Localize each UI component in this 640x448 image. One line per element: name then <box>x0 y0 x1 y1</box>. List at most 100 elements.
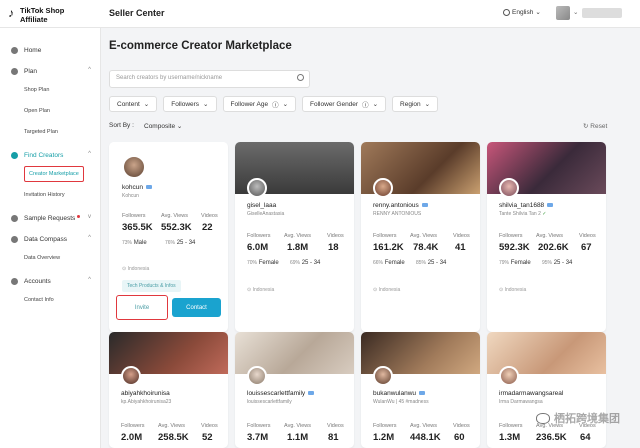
verified-badge-icon <box>145 185 152 189</box>
chevron-down-icon: ⌄ <box>535 9 541 16</box>
avg-views-value: 1.8M <box>287 242 309 253</box>
logo-subtext: Affiliate <box>20 15 48 24</box>
language-selector[interactable]: English ⌄ <box>503 8 541 16</box>
tiktok-shop-logo[interactable]: ♪ TikTok Shop Affiliate <box>8 4 78 24</box>
followers-value: 161.2K <box>373 242 404 253</box>
followers-value: 365.5K <box>122 222 153 233</box>
creator-username[interactable]: kohcun <box>122 184 152 191</box>
info-icon: ⓘ <box>362 102 369 109</box>
creator-username[interactable]: abiyahkhoirunisa <box>121 390 170 397</box>
followers-value: 1.3M <box>499 432 521 443</box>
verified-badge-icon <box>547 203 554 207</box>
creator-username[interactable]: shilvia_tan1688 <box>499 202 554 209</box>
avg-views-value: 448.1K <box>410 432 441 443</box>
chevron-down-icon: ⌄ <box>143 101 150 108</box>
verified-badge-icon <box>419 391 426 395</box>
avg-views-value: 78.4K <box>413 242 439 253</box>
creator-handle: louissescarlettfamily <box>247 399 292 405</box>
logo-text: TikTok Shop <box>20 6 65 15</box>
sidebar-item-home[interactable]: Home <box>0 42 100 58</box>
sidebar-item-open-plan[interactable]: Open Plan <box>0 100 100 121</box>
category-tag: Tech Products & Infos <box>122 280 181 292</box>
location-icon: ⊙ <box>122 266 127 272</box>
location: ⊙ Indonesia <box>122 266 150 272</box>
creator-handle: WulanWu | 45 #madness <box>373 399 429 405</box>
avatar <box>499 366 519 386</box>
creator-card[interactable]: shilvia_tan1688 Tante Shilvia Tan 2 ✓ Fo… <box>487 142 606 332</box>
creator-handle: Kohcun <box>122 193 139 199</box>
creator-card[interactable]: abiyahkhoirunisa kp.Abiyahkhoirunisa23 F… <box>109 332 228 448</box>
age-stat: 85% 25 - 34 <box>416 260 447 266</box>
creator-username[interactable]: gisel_laaa <box>247 202 276 209</box>
chevron-down-icon[interactable]: ⌄ <box>573 8 578 16</box>
creator-card[interactable]: bukanwulanwu WulanWu | 45 #madness Follo… <box>361 332 480 448</box>
gender-stat: 79% Female <box>499 260 531 266</box>
avatar <box>121 366 141 386</box>
chevron-down-icon: ⌄ <box>176 123 183 130</box>
location: ⊙ Indonesia <box>247 287 275 293</box>
invite-button[interactable]: Invite <box>116 295 168 320</box>
avatar <box>373 178 393 198</box>
sidebar-label: Data Compass <box>24 235 67 243</box>
wechat-icon <box>536 412 550 424</box>
search-input[interactable]: Search creators by username/nickname <box>109 70 310 88</box>
creator-username[interactable]: irmadarmawangsareal <box>499 390 563 397</box>
followers-value: 1.2M <box>373 432 395 443</box>
sidebar-item-find-creators[interactable]: Find Creators ^ <box>0 147 100 163</box>
filter-region[interactable]: Region ⌄ <box>392 96 439 112</box>
videos-value: 41 <box>455 242 466 253</box>
creator-username[interactable]: bukanwulanwu <box>373 390 426 397</box>
creator-username[interactable]: renny.antonious <box>373 202 428 209</box>
creator-card[interactable]: irmadarmawangsareal Irma Darmawangsa Fol… <box>487 332 606 448</box>
sidebar-item-plan[interactable]: Plan ^ <box>0 63 100 79</box>
sidebar-item-accounts[interactable]: Accounts ^ <box>0 273 100 289</box>
sidebar-item-data-compass[interactable]: Data Compass ^ <box>0 231 100 247</box>
avatar <box>373 366 393 386</box>
sidebar-item-contact-info[interactable]: Contact Info <box>0 289 100 310</box>
sort-dropdown[interactable]: Composite ⌄ <box>144 122 182 130</box>
location: ⊙ Indonesia <box>373 287 401 293</box>
sidebar-item-creator-marketplace[interactable]: Creator Marketplace <box>0 163 100 184</box>
reset-button[interactable]: ↻ Reset <box>583 122 607 130</box>
videos-value: 67 <box>581 242 592 253</box>
avg-views-value: 236.5K <box>536 432 567 443</box>
sidebar-item-shop-plan[interactable]: Shop Plan <box>0 79 100 100</box>
age-stat: 76% 25 - 34 <box>165 240 196 246</box>
sidebar-label: Plan <box>24 67 38 75</box>
avg-views-value: 202.6K <box>538 242 569 253</box>
cover-image <box>109 142 228 158</box>
videos-value: 60 <box>454 432 465 443</box>
creator-card[interactable]: gisel_laaa GiselleAnastasia Followers Av… <box>235 142 354 332</box>
creator-card[interactable]: louissescarlettfamily louissescarlettfam… <box>235 332 354 448</box>
location-icon: ⊙ <box>373 287 378 293</box>
filter-follower-age[interactable]: Follower Age ⓘ ⌄ <box>222 96 297 112</box>
videos-value: 52 <box>202 432 213 443</box>
creator-card[interactable]: renny.antonious RENNY ANTONIOUS Follower… <box>361 142 480 332</box>
filter-follower-gender[interactable]: Follower Gender ⓘ ⌄ <box>302 96 387 112</box>
gender-stat: 70% Female <box>247 260 279 266</box>
avatar <box>122 155 146 179</box>
sidebar-item-targeted-plan[interactable]: Targeted Plan <box>0 121 100 142</box>
leaf-icon: ✓ <box>542 211 547 217</box>
age-stat: 95% 25 - 34 <box>542 260 573 266</box>
sidebar-item-sample-requests[interactable]: Sample Requests v <box>0 210 100 226</box>
home-icon <box>11 46 18 54</box>
verified-badge-icon <box>308 391 315 395</box>
sample-icon <box>11 214 18 222</box>
creator-username[interactable]: louissescarlettfamily <box>247 390 315 397</box>
gender-stat: 66% Female <box>373 260 405 266</box>
search-icon[interactable] <box>297 74 304 81</box>
avatar <box>247 366 267 386</box>
filter-followers[interactable]: Followers ⌄ <box>163 96 217 112</box>
user-avatar[interactable] <box>556 6 570 20</box>
location-icon: ⊙ <box>499 287 504 293</box>
chevron-down-icon: v <box>88 214 91 220</box>
contact-button[interactable]: Contact <box>172 298 221 317</box>
chevron-down-icon: ⌄ <box>282 101 289 108</box>
chevron-down-icon: ⌄ <box>424 101 431 108</box>
sidebar-item-invitation-history[interactable]: Invitation History <box>0 184 100 205</box>
creator-handle: Irma Darmawangsa <box>499 399 543 405</box>
filter-content[interactable]: Content ⌄ <box>109 96 158 112</box>
sidebar-item-data-overview[interactable]: Data Overview <box>0 247 100 268</box>
sidebar-label: Accounts <box>24 277 51 285</box>
